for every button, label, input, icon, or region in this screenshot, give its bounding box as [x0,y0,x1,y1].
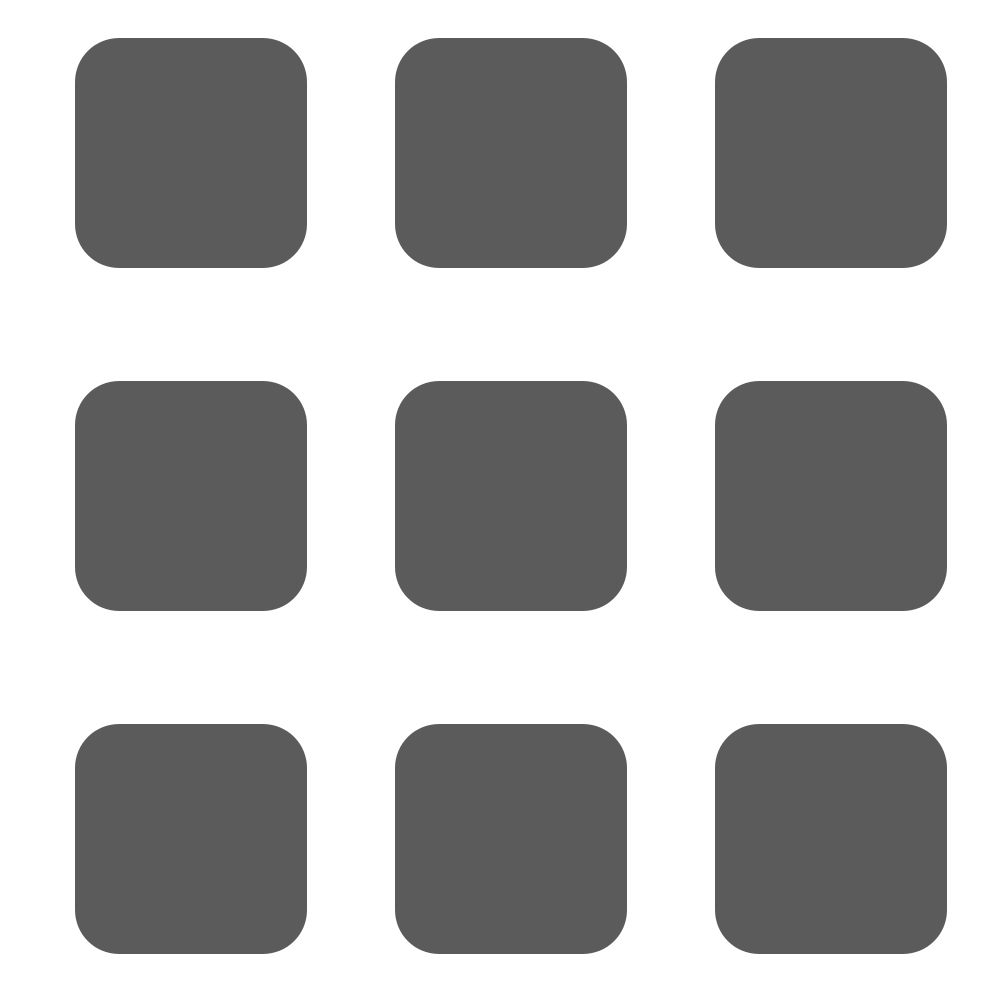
grid-tile [75,38,307,268]
grid-tile [395,38,627,268]
app-grid-icon [0,0,1000,1000]
grid-tile [395,381,627,611]
grid-tile [395,724,627,954]
app-grid-button[interactable] [0,0,1000,1000]
grid-tile [75,381,307,611]
grid-tile [715,38,947,268]
grid-tile [715,381,947,611]
grid-tile [75,724,307,954]
grid-tile [715,724,947,954]
